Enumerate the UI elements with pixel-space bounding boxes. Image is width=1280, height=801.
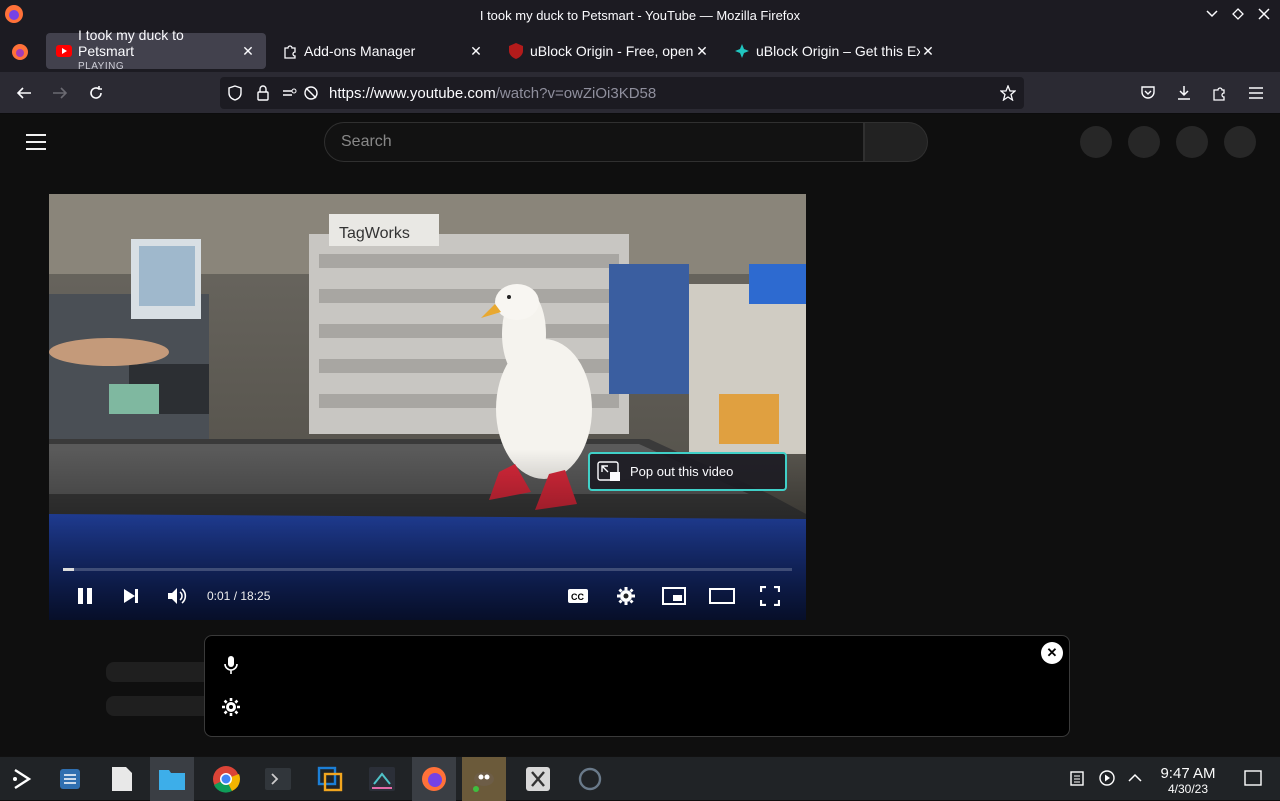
window-title: I took my duck to Petsmart - YouTube — M… [479, 7, 801, 23]
video-player[interactable]: TagWorks [49, 194, 806, 620]
picture-in-picture-icon [596, 459, 622, 485]
downloads-icon[interactable] [1174, 83, 1194, 103]
addon-icon [734, 43, 750, 59]
tab-title: I took my duck to Petsmart [78, 27, 184, 59]
firefox-icon [5, 5, 23, 23]
tab-addons[interactable]: Add-ons Manager ✕ [272, 33, 494, 69]
close-tab-icon[interactable]: ✕ [240, 43, 256, 59]
clock-date: 4/30/23 [1167, 782, 1209, 796]
settings-gear-icon[interactable] [612, 582, 640, 610]
permissions-icon[interactable] [282, 85, 298, 101]
close-window-icon[interactable] [1256, 6, 1272, 22]
lock-icon[interactable] [255, 85, 271, 101]
tab-title: uBlock Origin - Free, open [530, 43, 694, 59]
search-box[interactable] [324, 122, 864, 162]
forward-icon[interactable] [50, 83, 70, 103]
minimize-icon[interactable] [1204, 6, 1220, 22]
theater-mode-icon[interactable] [708, 582, 736, 610]
tracking-protection-icon[interactable] [227, 85, 243, 101]
header-placeholder-icon[interactable] [1080, 126, 1112, 158]
clock[interactable]: 9:47 AM 4/30/23 [1150, 765, 1226, 796]
url-path: /watch?v=owZiOi3KD58 [495, 85, 657, 102]
file-manager-icon[interactable] [150, 757, 194, 801]
time-display: 0:01 / 18:25 [207, 589, 271, 603]
next-icon[interactable] [117, 582, 145, 610]
autoplay-blocked-icon[interactable] [303, 85, 319, 101]
tab-ublock[interactable]: uBlock Origin - Free, open ✕ [498, 33, 720, 69]
app-menu-icon[interactable] [1246, 83, 1266, 103]
search-input[interactable] [341, 133, 841, 151]
microphone-icon[interactable] [223, 656, 239, 674]
miniplayer-icon[interactable] [660, 582, 688, 610]
gear-icon[interactable] [222, 698, 240, 716]
xournal-icon[interactable] [516, 757, 560, 801]
reload-icon[interactable] [86, 83, 106, 103]
close-tab-icon[interactable]: ✕ [468, 43, 484, 59]
tab-title: uBlock Origin – Get this Ex [756, 43, 920, 59]
terminal-icon[interactable] [256, 757, 300, 801]
app-launcher-icon[interactable] [0, 757, 44, 801]
close-tab-icon[interactable]: ✕ [920, 43, 936, 59]
tab-title: Add-ons Manager [304, 43, 416, 59]
navigation-toolbar: https://www.youtube.com/watch?v=owZiOi3K… [0, 72, 1280, 114]
svg-text:CC: CC [571, 592, 584, 602]
chevron-up-icon[interactable] [1126, 769, 1144, 787]
youtube-page: TagWorks [0, 114, 1280, 756]
file-icon[interactable] [100, 757, 144, 801]
url-domain: https://www.youtube.com [329, 85, 496, 102]
pop-out-video-button[interactable]: Pop out this video [588, 452, 787, 491]
window-titlebar: I took my duck to Petsmart - YouTube — M… [0, 0, 1280, 30]
url-bar[interactable]: https://www.youtube.com/watch?v=owZiOi3K… [220, 77, 1024, 109]
voice-search-panel: ✕ [204, 635, 1070, 737]
header-placeholder-icon[interactable] [1128, 126, 1160, 158]
gimp-icon[interactable] [462, 757, 506, 801]
pause-icon[interactable] [71, 582, 99, 610]
extensions-icon[interactable] [1210, 83, 1230, 103]
close-icon[interactable]: ✕ [1041, 642, 1063, 664]
editor-icon[interactable] [360, 757, 404, 801]
taskbar: 9:47 AM 4/30/23 [0, 756, 1280, 801]
guide-menu-icon[interactable] [26, 134, 46, 150]
firefox-taskbar-icon[interactable] [412, 757, 456, 801]
system-settings-icon[interactable] [48, 757, 92, 801]
progress-fill [63, 568, 74, 571]
captions-icon[interactable]: CC [564, 582, 592, 610]
avatar[interactable] [1224, 126, 1256, 158]
firefox-view-icon[interactable] [10, 42, 30, 62]
tab-bar: I took my duck to Petsmart PLAYING ✕ Add… [0, 27, 1280, 91]
tab-youtube[interactable]: I took my duck to Petsmart PLAYING ✕ [46, 27, 266, 72]
youtube-icon [56, 43, 72, 59]
close-tab-icon[interactable]: ✕ [694, 43, 710, 59]
show-desktop-icon[interactable] [1244, 769, 1262, 787]
clock-time: 9:47 AM [1160, 765, 1216, 782]
virtualbox-icon[interactable] [308, 757, 352, 801]
header-placeholder-icon[interactable] [1176, 126, 1208, 158]
pop-out-label: Pop out this video [630, 464, 734, 479]
back-icon[interactable] [14, 83, 34, 103]
ublock-icon [508, 43, 524, 59]
maximize-icon[interactable] [1230, 6, 1246, 22]
media-player-icon[interactable] [1098, 769, 1116, 787]
progress-bar[interactable] [63, 568, 792, 571]
tab-ublock-amo[interactable]: uBlock Origin – Get this Ex ✕ [724, 33, 946, 69]
bookmark-star-icon[interactable] [1000, 85, 1016, 101]
puzzle-icon [282, 43, 298, 59]
fullscreen-icon[interactable] [756, 582, 784, 610]
volume-icon[interactable] [163, 582, 191, 610]
video-frame: TagWorks [49, 194, 806, 620]
pocket-icon[interactable] [1138, 83, 1158, 103]
clipboard-icon[interactable] [1068, 769, 1086, 787]
search-button[interactable] [864, 122, 928, 162]
loading-app-icon[interactable] [568, 757, 612, 801]
chrome-icon[interactable] [204, 757, 248, 801]
url-text[interactable]: https://www.youtube.com/watch?v=owZiOi3K… [329, 85, 656, 102]
